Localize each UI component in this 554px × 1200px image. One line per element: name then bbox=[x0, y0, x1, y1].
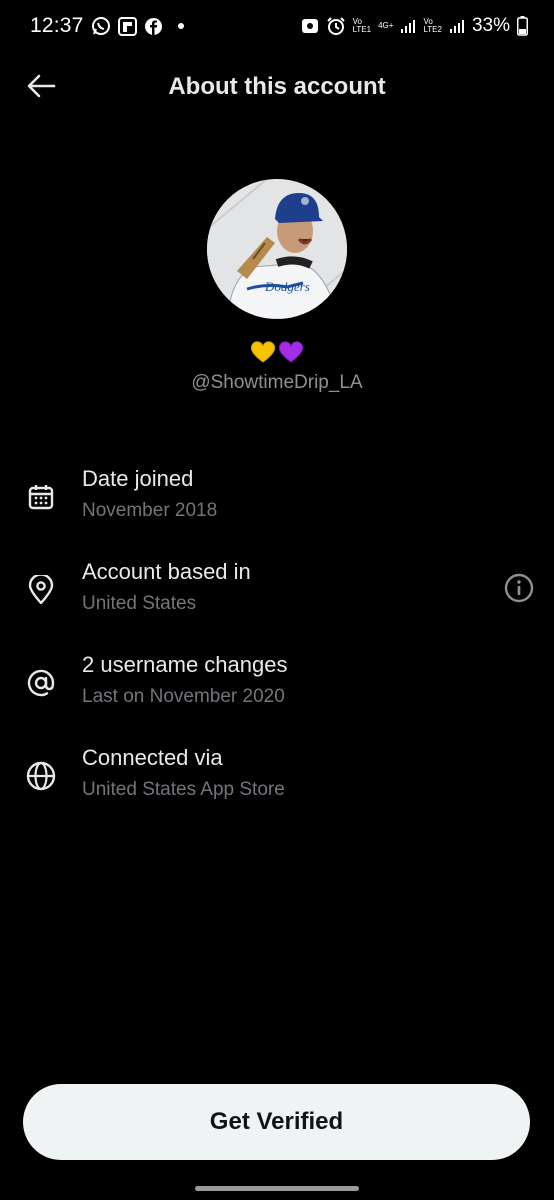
detail-connected-via: Connected via United States App Store bbox=[0, 745, 554, 815]
detail-value: United States bbox=[82, 593, 197, 614]
photo-icon bbox=[301, 17, 319, 35]
detail-value: Last on November 2020 bbox=[82, 686, 285, 707]
detail-value: United States App Store bbox=[82, 779, 285, 800]
detail-account-based-in: Account based in United States bbox=[0, 559, 554, 629]
whatsapp-icon bbox=[91, 16, 111, 36]
detail-title: 2 username changes bbox=[82, 652, 288, 677]
get-verified-button[interactable]: Get Verified bbox=[23, 1084, 530, 1160]
profile-emojis bbox=[0, 340, 554, 369]
network-label: 4G+ bbox=[378, 21, 394, 30]
header: About this account bbox=[0, 56, 554, 118]
status-right: Vo LTE1 4G+ Vo LTE2 33% bbox=[301, 15, 528, 37]
detail-value: November 2018 bbox=[82, 500, 218, 521]
sim1-label: Vo LTE1 bbox=[352, 17, 372, 34]
detail-title: Connected via bbox=[82, 745, 223, 770]
battery-icon bbox=[517, 16, 528, 36]
jersey-text: Dodgers bbox=[264, 279, 310, 294]
profile-handle: @ShowtimeDrip_LA bbox=[191, 372, 363, 393]
sim2-label: Vo LTE2 bbox=[423, 17, 442, 34]
yellow-heart-icon bbox=[250, 340, 276, 369]
page-title: About this account bbox=[168, 73, 386, 100]
detail-title: Date joined bbox=[82, 466, 194, 491]
account-location-info-button[interactable] bbox=[502, 573, 536, 607]
facebook-icon bbox=[144, 17, 163, 36]
purple-heart-icon bbox=[278, 340, 304, 369]
calendar-icon bbox=[24, 480, 58, 514]
home-indicator[interactable] bbox=[195, 1186, 359, 1191]
flipboard-icon bbox=[117, 16, 137, 36]
detail-username-changes: 2 username changes Last on November 2020 bbox=[0, 652, 554, 722]
notification-dot bbox=[177, 23, 184, 29]
signal-icon bbox=[449, 18, 465, 34]
at-sign-icon bbox=[24, 666, 58, 700]
detail-title: Account based in bbox=[82, 559, 251, 584]
globe-icon bbox=[24, 759, 58, 793]
signal-icon bbox=[400, 18, 416, 34]
sim2-text: LTE2 bbox=[423, 25, 442, 34]
sim1-text: LTE1 bbox=[352, 25, 372, 34]
status-left: 12:37 bbox=[30, 14, 184, 38]
status-bar: 12:37 Vo LTE1 4G+ Vo LTE2 33% bbox=[0, 0, 554, 52]
status-time: 12:37 bbox=[30, 14, 84, 37]
avatar[interactable]: Dodgers bbox=[207, 179, 347, 319]
location-pin-icon bbox=[24, 573, 58, 607]
alarm-icon bbox=[326, 16, 346, 36]
detail-date-joined: Date joined November 2018 bbox=[0, 466, 554, 536]
battery-percent: 33% bbox=[471, 15, 510, 36]
avatar-image: Dodgers bbox=[207, 179, 347, 319]
info-icon bbox=[504, 573, 534, 608]
